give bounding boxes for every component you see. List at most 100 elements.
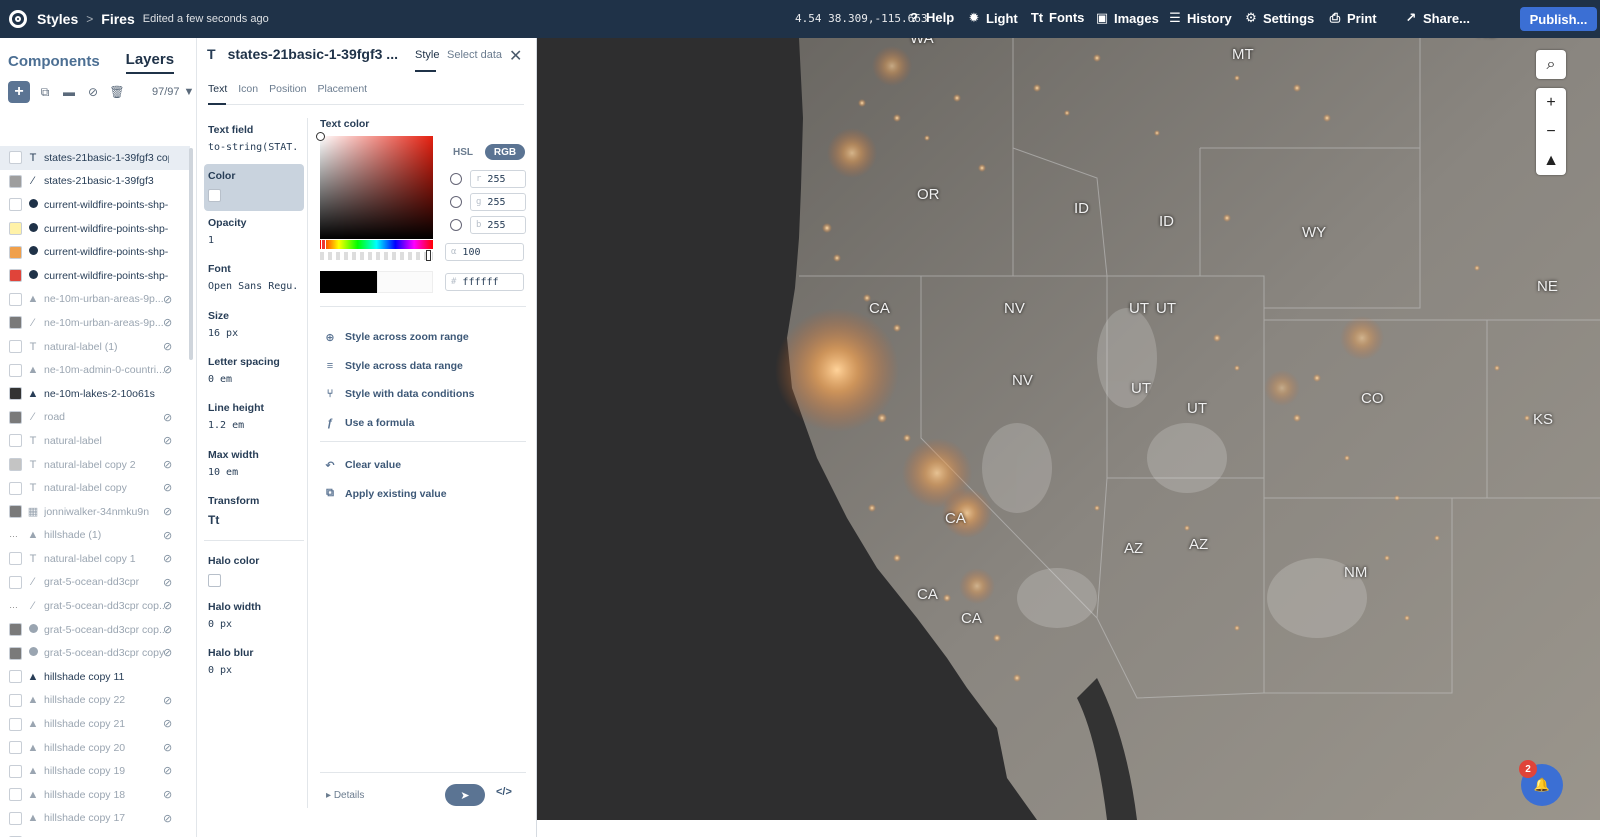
hidden-eye-icon[interactable]: ⊘ — [163, 529, 172, 542]
hidden-eye-icon[interactable]: ⊘ — [163, 599, 172, 612]
layer-list-scrollbar[interactable] — [189, 148, 193, 360]
layer-row[interactable]: ⁄ ne-10m-urban-areas-9p... ⊘ — [0, 311, 190, 335]
hidden-eye-icon[interactable]: ⊘ — [163, 576, 172, 589]
subtab-icon[interactable]: Icon — [238, 83, 258, 95]
layer-row[interactable]: ▲ hillshade copy 11 — [0, 665, 190, 689]
tab-layers[interactable]: Layers — [125, 51, 175, 74]
hsl-mode-toggle[interactable]: HSL — [448, 144, 478, 160]
hidden-eye-icon[interactable]: ⊘ — [163, 646, 172, 659]
add-layer-button[interactable]: + — [8, 81, 30, 103]
apply-existing-value-button[interactable]: ⧉ Apply existing value — [320, 480, 526, 509]
layer-row[interactable]: Tstates-21basic-1-39fgf3 copy — [0, 146, 190, 170]
layer-row[interactable]: grat-5-ocean-dd3cpr cop... ⊘ — [0, 618, 190, 642]
hue-slider[interactable] — [320, 240, 433, 249]
layer-title[interactable]: states-21basic-1-39fgf3 ... — [228, 46, 398, 62]
layer-row[interactable]: current-wildfire-points-shp-... — [0, 264, 190, 288]
saturation-area[interactable] — [320, 136, 433, 239]
layer-row[interactable]: current-wildfire-points-shp-... — [0, 240, 190, 264]
share-button[interactable]: ↗ Share... — [1404, 10, 1470, 26]
publish-button[interactable]: Publish... — [1520, 7, 1597, 31]
subtab-placement[interactable]: Placement — [317, 83, 367, 95]
fonts-button[interactable]: Tt Fonts — [1030, 10, 1085, 25]
layer-row[interactable]: … ▲ hillshade (1) ⊘ — [0, 524, 190, 548]
settings-button[interactable]: ⚙ Settings — [1244, 10, 1314, 26]
zoom-in-button[interactable]: + — [1536, 88, 1566, 117]
compass-icon[interactable]: ▲ — [1536, 146, 1566, 175]
layer-row[interactable]: grat-5-ocean-dd3cpr copy ⊘ — [0, 641, 190, 665]
g-input[interactable]: g 255 — [470, 193, 526, 211]
hidden-eye-icon[interactable]: ⊘ — [163, 812, 172, 825]
r-input[interactable]: r 255 — [470, 170, 526, 188]
notification-button[interactable]: 🔔 2 — [1519, 760, 1563, 806]
hide-layer-icon[interactable]: ⊘ — [84, 81, 102, 103]
hidden-eye-icon[interactable]: ⊘ — [163, 788, 172, 801]
layer-row[interactable]: current-wildfire-points-shp-... — [0, 217, 190, 241]
prop-halo-blur[interactable]: Halo blur 0 px — [204, 641, 304, 687]
tab-style[interactable]: Style — [415, 49, 439, 61]
close-icon[interactable]: ✕ — [509, 46, 522, 66]
layer-row[interactable]: ⁄ road ⊘ — [0, 406, 190, 430]
subtab-text[interactable]: Text — [208, 83, 227, 95]
layer-row[interactable]: ▲hillshade copy 16⊘ — [0, 830, 190, 837]
hidden-eye-icon[interactable]: ⊘ — [163, 458, 172, 471]
delete-layer-icon[interactable]: 🗑 — [108, 81, 126, 103]
hidden-eye-icon[interactable]: ⊘ — [163, 741, 172, 754]
layer-row[interactable]: ▲ ne-10m-lakes-2-10o61s — [0, 382, 190, 406]
hidden-eye-icon[interactable]: ⊘ — [163, 411, 172, 424]
images-button[interactable]: ▣ Images — [1095, 10, 1159, 26]
layer-row[interactable]: ⁄ states-21basic-1-39fgf3 — [0, 170, 190, 194]
r-radio[interactable] — [450, 173, 462, 185]
prop-max-width[interactable]: Max width 10 em — [204, 443, 304, 489]
alpha-slider[interactable] — [320, 252, 433, 260]
prop-font[interactable]: FontOpen Sans Regu... — [204, 257, 304, 303]
subtab-position[interactable]: Position — [269, 83, 306, 95]
hidden-eye-icon[interactable]: ⊘ — [163, 623, 172, 636]
alpha-input[interactable]: α 100 — [445, 243, 524, 261]
hidden-eye-icon[interactable]: ⊘ — [163, 363, 172, 376]
b-input[interactable]: b 255 — [470, 216, 526, 234]
rgb-mode-toggle[interactable]: RGB — [485, 144, 525, 160]
layer-row[interactable]: current-wildfire-points-shp-... — [0, 193, 190, 217]
prop-color[interactable]: Color — [204, 164, 304, 211]
details-toggle[interactable]: ▸ Details — [320, 790, 364, 801]
hidden-eye-icon[interactable]: ⊘ — [163, 434, 172, 447]
light-button[interactable]: ✹ Light — [967, 10, 1018, 26]
layer-row[interactable]: ▲ hillshade copy 17 ⊘ — [0, 807, 190, 831]
layer-row[interactable]: ▲ hillshade copy 19 ⊘ — [0, 759, 190, 783]
duplicate-layer-icon[interactable]: ⧉ — [36, 81, 54, 103]
tab-components[interactable]: Components — [8, 53, 100, 74]
hex-input[interactable]: # ffffff — [445, 273, 524, 291]
layer-row[interactable]: Tnatural-label copy 2 ⊘ — [0, 453, 190, 477]
print-button[interactable]: ⎙ Print — [1328, 10, 1377, 26]
layer-row[interactable]: … ⁄ grat-5-ocean-dd3cpr cop... ⊘ — [0, 594, 190, 618]
g-radio[interactable] — [450, 196, 462, 208]
layer-row[interactable]: ▲ hillshade copy 21 ⊘ — [0, 712, 190, 736]
clear-value-button[interactable]: ↶ Clear value — [320, 451, 526, 480]
hidden-eye-icon[interactable]: ⊘ — [163, 316, 172, 329]
prop-size[interactable]: Size 16 px — [204, 304, 304, 350]
layer-row[interactable]: ⁄ grat-5-ocean-dd3cpr ⊘ — [0, 571, 190, 595]
history-button[interactable]: ☰ History — [1168, 10, 1232, 26]
use-formula-button[interactable]: ƒ Use a formula — [320, 409, 526, 438]
layer-row[interactable]: ▲ ne-10m-urban-areas-9p... ⊘ — [0, 288, 190, 312]
layer-row[interactable]: Tnatural-label copy 1 ⊘ — [0, 547, 190, 571]
breadcrumb-styles[interactable]: Styles — [37, 11, 78, 27]
prop-halo-color[interactable]: Halo color — [204, 549, 304, 595]
layer-row[interactable]: ▲ ne-10m-admin-0-countri... ⊘ — [0, 358, 190, 382]
mapbox-logo-icon[interactable] — [9, 10, 27, 28]
style-zoom-range-button[interactable]: ⊕ Style across zoom range — [320, 323, 526, 352]
saturation-handle[interactable] — [316, 132, 325, 141]
code-view-button[interactable]: </> — [496, 786, 512, 798]
layer-row[interactable]: ▲ hillshade copy 22 ⊘ — [0, 689, 190, 713]
layer-row[interactable]: Tnatural-label copy ⊘ — [0, 476, 190, 500]
layer-row[interactable]: Tnatural-label (1) ⊘ — [0, 335, 190, 359]
b-radio[interactable] — [450, 219, 462, 231]
layer-row[interactable]: Tnatural-label ⊘ — [0, 429, 190, 453]
map-canvas[interactable]: WA MT ND OR ID ID WY NE CA NV UT UT NV UT UT CO KS CA AZ AZ… — [537, 38, 1600, 820]
layer-count-filter[interactable]: 97/97 ▼ — [152, 86, 194, 98]
hidden-eye-icon[interactable]: ⊘ — [163, 293, 172, 306]
tab-select-data[interactable]: Select data — [447, 49, 502, 61]
hidden-eye-icon[interactable]: ⊘ — [163, 764, 172, 777]
layer-row[interactable]: ▲ hillshade copy 18 ⊘ — [0, 783, 190, 807]
prop-halo-width[interactable]: Halo width 0 px — [204, 595, 304, 641]
